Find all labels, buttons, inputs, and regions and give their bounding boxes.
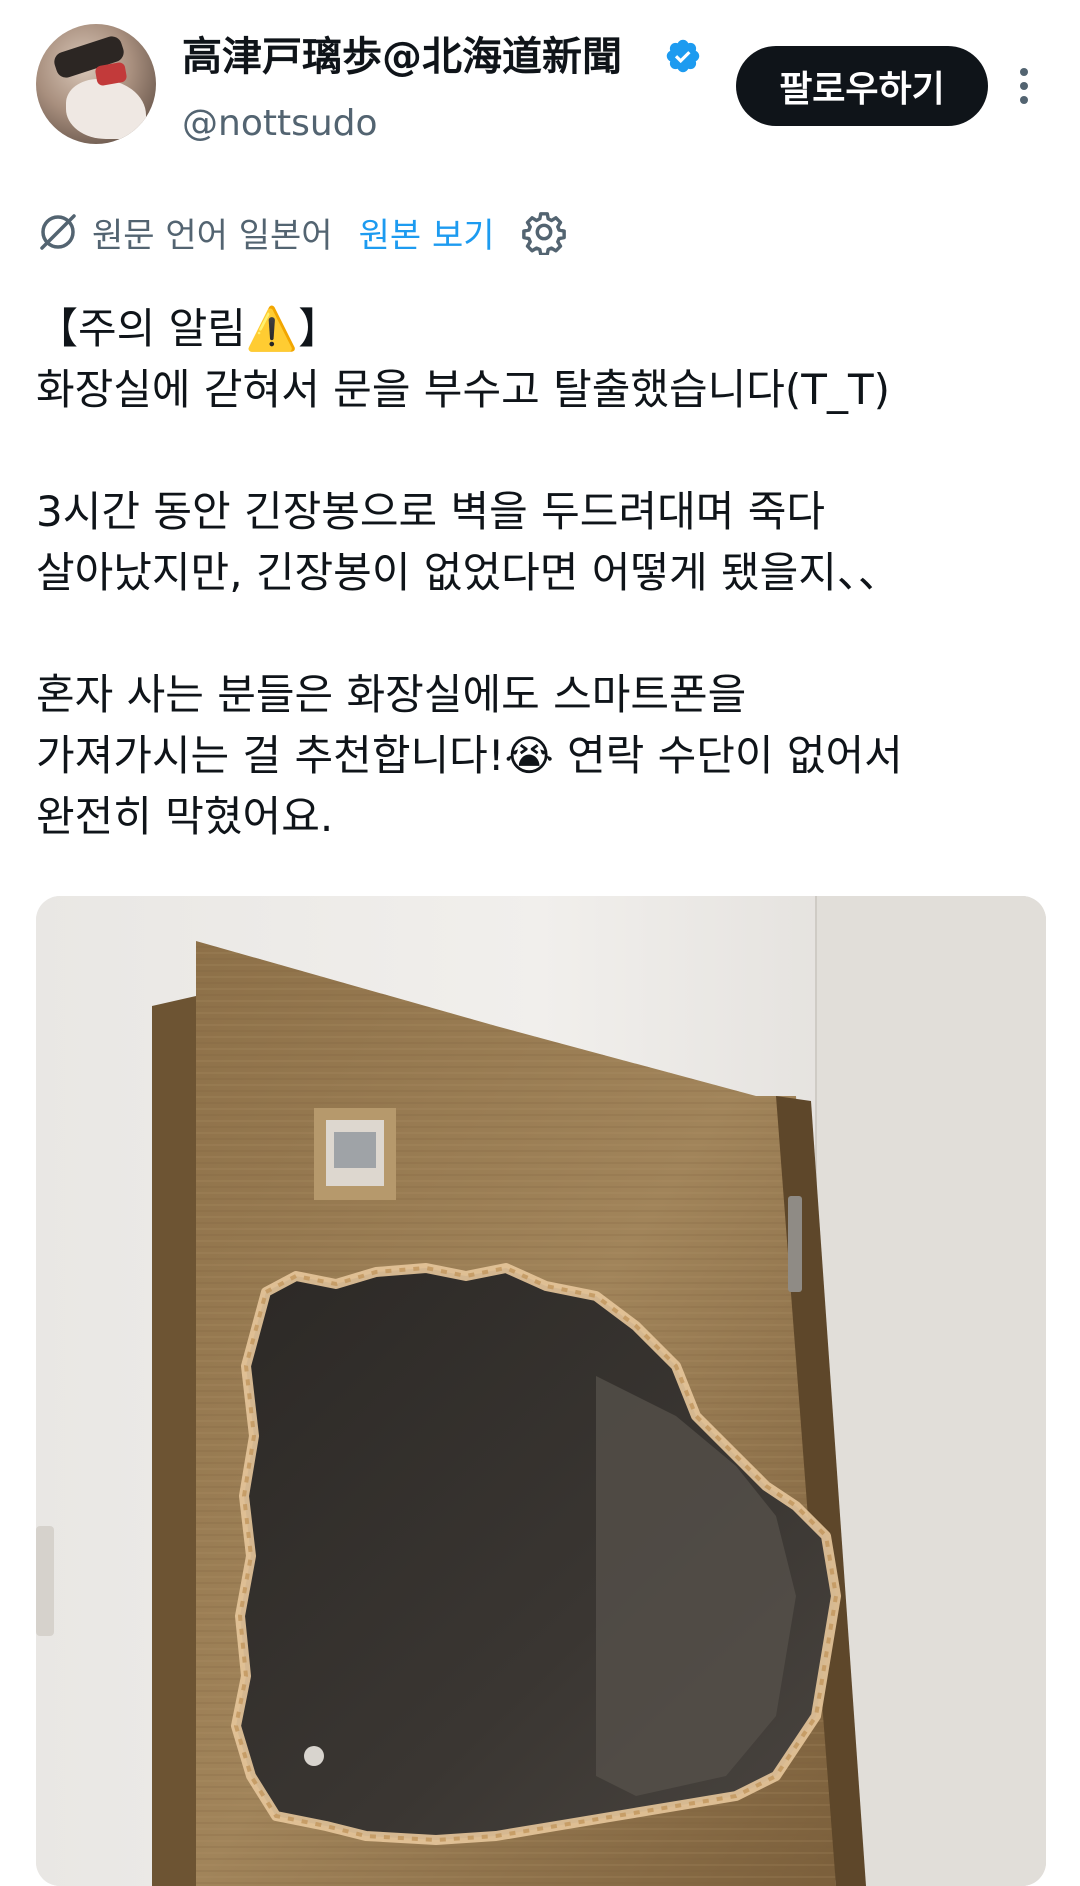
tweet-line: 완전히 막혔어요. (36, 792, 334, 841)
translation-row: 원문 언어 일본어 원본 보기 (36, 204, 567, 260)
tweet-line: 화장실에 갇혀서 문을 부수고 탈출했습니다(T_T) (36, 365, 891, 414)
display-name[interactable]: 高津戸璃歩@北海道新聞 (182, 30, 622, 84)
verified-badge-icon (666, 39, 700, 73)
tweet-line: 3시간 동안 긴장봉으로 벽을 두드려대며 죽다 (36, 487, 825, 536)
avatar[interactable] (36, 24, 156, 144)
more-options-icon[interactable] (1012, 66, 1036, 106)
tweet-line: 살아났지만, 긴장봉이 없었다면 어떻게 됐을지、、 (36, 548, 900, 597)
broken-door-image (36, 896, 1046, 1886)
translate-icon (40, 214, 76, 250)
view-original-link[interactable]: 원본 보기 (359, 208, 495, 257)
tweet-text: 【주의 알림⚠️】 화장실에 갇혀서 문을 부수고 탈출했습니다(T_T) 3시… (36, 298, 1046, 847)
translation-label: 원문 언어 일본어 (92, 215, 333, 256)
tweet-line: 【주의 알림⚠️】 (36, 304, 341, 353)
tweet-photo[interactable] (36, 896, 1046, 1886)
follow-button[interactable]: 팔로우하기 (736, 46, 988, 126)
tweet-line: 가져가시는 걸 추천합니다!😭 연락 수단이 없어서 (36, 731, 903, 780)
handle[interactable]: @nottsudo (182, 100, 378, 148)
settings-gear-icon[interactable] (521, 209, 567, 255)
tweet-line: 혼자 사는 분들은 화장실에도 스마트폰을 (36, 670, 747, 719)
